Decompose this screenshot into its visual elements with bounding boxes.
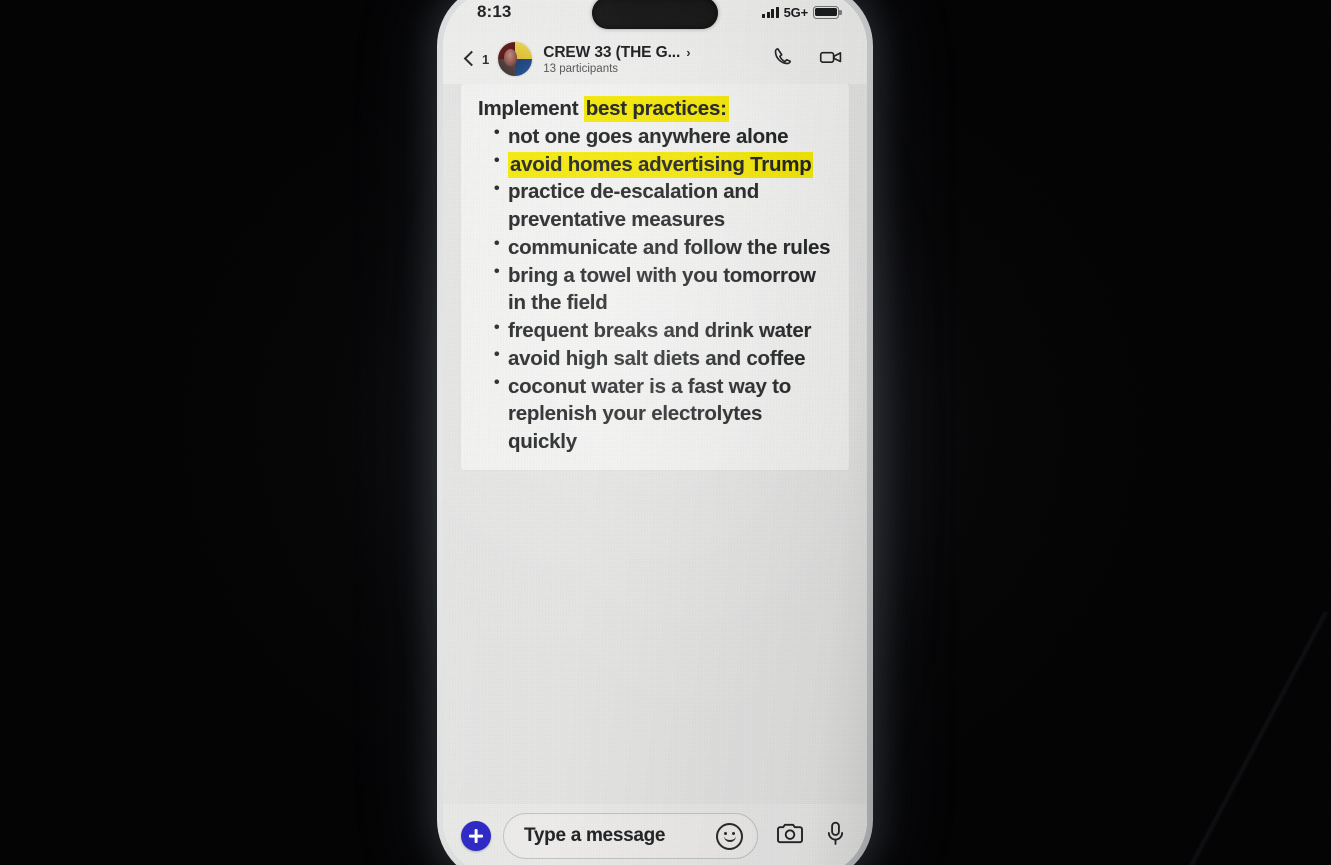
bullet-text: bring a towel with you tomorrow in the f… xyxy=(508,263,816,315)
back-button[interactable]: 1 xyxy=(463,50,498,68)
video-camera-icon[interactable] xyxy=(819,47,843,72)
avatar-face xyxy=(504,49,518,66)
list-item: avoid homes advertising Trump xyxy=(494,150,833,179)
unread-count-badge: 1 xyxy=(482,51,490,67)
bullet-text: avoid high salt diets and coffee xyxy=(508,346,806,370)
chat-title: CREW 33 (THE G... xyxy=(543,43,681,61)
dynamic-island xyxy=(592,0,718,29)
bullet-text: avoid homes advertising Trump xyxy=(508,151,814,178)
message-input-placeholder: Type a message xyxy=(524,825,666,846)
bullet-text: coconut water is a fast way to replenish… xyxy=(508,374,791,454)
message-bubble[interactable]: Implement best practices: not one goes a… xyxy=(461,84,849,470)
list-item: communicate and follow the rules xyxy=(494,233,833,262)
message-heading: Implement best practices: xyxy=(478,95,833,123)
heading-plain-text: Implement xyxy=(478,97,584,120)
heading-highlighted-text: best practices: xyxy=(583,96,729,122)
status-time: 8:13 xyxy=(477,2,512,21)
phone-call-icon[interactable] xyxy=(772,46,793,72)
message-bullet-list: not one goes anywhere alone avoid homes … xyxy=(478,122,833,456)
smiley-face-icon[interactable] xyxy=(716,822,743,850)
bullet-text: frequent breaks and drink water xyxy=(508,319,812,343)
surface-edge-highlight xyxy=(1085,612,1331,865)
composer-actions xyxy=(758,821,845,851)
participants-count: 13 participants xyxy=(543,62,619,75)
phone-screen: 8:13 5G+ 1 CREW 33 (THE G... › 13 partic… xyxy=(443,0,867,865)
chevron-left-icon xyxy=(463,50,474,68)
message-composer: Type a message xyxy=(443,804,867,865)
status-bar: 8:13 5G+ xyxy=(443,0,867,34)
list-item: not one goes anywhere alone xyxy=(494,122,833,151)
list-item: frequent breaks and drink water xyxy=(494,317,833,345)
message-input[interactable]: Type a message xyxy=(503,813,758,859)
phone-device: 8:13 5G+ 1 CREW 33 (THE G... › 13 partic… xyxy=(437,0,873,865)
camera-icon[interactable] xyxy=(776,822,804,850)
list-item: coconut water is a fast way to replenish… xyxy=(494,372,833,456)
list-item: avoid high salt diets and coffee xyxy=(494,344,833,373)
bullet-text: communicate and follow the rules xyxy=(508,235,831,259)
chevron-right-icon: › xyxy=(686,44,691,60)
chat-header: 1 CREW 33 (THE G... › 13 participants xyxy=(443,34,867,84)
battery-full-icon xyxy=(813,5,842,19)
header-actions xyxy=(762,46,843,72)
signal-bars-icon xyxy=(762,6,779,18)
network-type-label: 5G+ xyxy=(783,4,809,20)
plus-icon[interactable] xyxy=(461,821,491,851)
conversation-area: Implement best practices: not one goes a… xyxy=(443,84,867,804)
list-item: bring a towel with you tomorrow in the f… xyxy=(494,261,833,318)
status-indicators: 5G+ xyxy=(762,4,842,20)
chat-title-block[interactable]: CREW 33 (THE G... › 13 participants xyxy=(532,44,762,75)
bullet-text: not one goes anywhere alone xyxy=(508,124,789,148)
microphone-icon[interactable] xyxy=(826,821,845,851)
group-avatar[interactable] xyxy=(498,42,533,76)
bullet-text: practice de-escalation and preventative … xyxy=(508,180,759,232)
list-item: practice de-escalation and preventative … xyxy=(494,178,833,234)
